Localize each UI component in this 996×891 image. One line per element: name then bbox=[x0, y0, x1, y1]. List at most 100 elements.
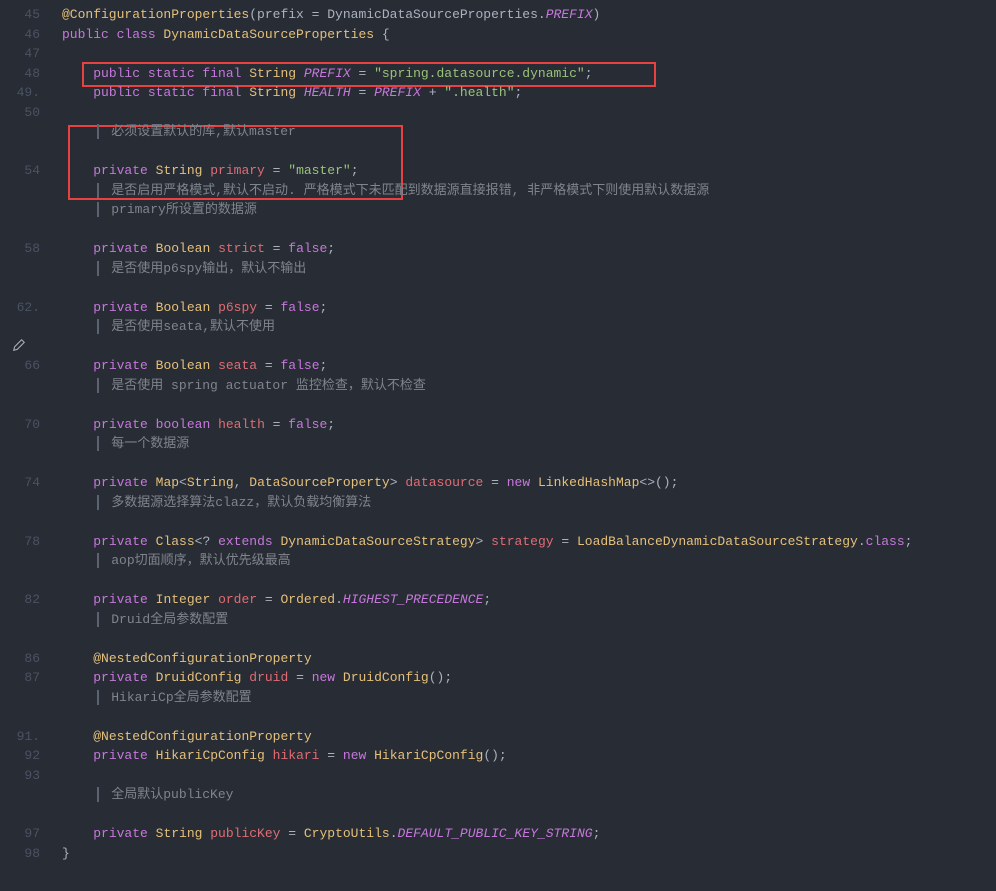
line-number: 86 bbox=[0, 649, 40, 669]
type: Boolean bbox=[156, 300, 218, 315]
generic: <? bbox=[195, 534, 218, 549]
code-line[interactable] bbox=[62, 454, 996, 474]
code-line[interactable] bbox=[62, 220, 996, 240]
comment-line[interactable]: aop切面顺序，默认优先级最高 bbox=[62, 551, 996, 571]
type: String bbox=[249, 66, 304, 81]
code-line[interactable] bbox=[62, 805, 996, 825]
code-line[interactable] bbox=[62, 395, 996, 415]
variable: primary bbox=[210, 163, 265, 178]
code-content[interactable]: @ConfigurationProperties(prefix = Dynami… bbox=[54, 0, 996, 891]
line-number: 97 bbox=[0, 824, 40, 844]
comment-line[interactable]: 每一个数据源 bbox=[62, 434, 996, 454]
code-line[interactable] bbox=[62, 571, 996, 591]
code-line[interactable]: public class DynamicDataSourceProperties… bbox=[62, 25, 996, 45]
variable: order bbox=[218, 592, 257, 607]
generic: > bbox=[476, 534, 492, 549]
comment-line[interactable]: 必须设置默认的库,默认master bbox=[62, 122, 996, 142]
type: Ordered bbox=[280, 592, 335, 607]
line-number bbox=[0, 454, 40, 474]
keyword: private bbox=[93, 358, 155, 373]
keyword: boolean bbox=[156, 417, 218, 432]
type: Class bbox=[156, 534, 195, 549]
code-line[interactable]: private Boolean strict = false; bbox=[62, 239, 996, 259]
code-line[interactable]: private String publicKey = CryptoUtils.D… bbox=[62, 824, 996, 844]
semicolon: ; bbox=[327, 241, 335, 256]
code-line[interactable]: private Map<String, DataSourceProperty> … bbox=[62, 473, 996, 493]
comment-line[interactable]: primary所设置的数据源 bbox=[62, 200, 996, 220]
code-line[interactable] bbox=[62, 629, 996, 649]
comment-line[interactable]: Druid全局参数配置 bbox=[62, 610, 996, 630]
boolean: false bbox=[288, 241, 327, 256]
edit-icon bbox=[12, 338, 26, 352]
type: Boolean bbox=[156, 241, 218, 256]
type: Map bbox=[156, 475, 179, 490]
code-line[interactable]: private boolean health = false; bbox=[62, 415, 996, 435]
code-line[interactable]: private Integer order = Ordered.HIGHEST_… bbox=[62, 590, 996, 610]
generic: < bbox=[179, 475, 187, 490]
code-line[interactable]: @NestedConfigurationProperty bbox=[62, 727, 996, 747]
keyword: private bbox=[93, 475, 155, 490]
code-line[interactable]: @ConfigurationProperties(prefix = Dynami… bbox=[62, 5, 996, 25]
code-line[interactable] bbox=[62, 44, 996, 64]
keyword: private bbox=[93, 534, 155, 549]
keyword: public static final bbox=[93, 66, 249, 81]
line-number bbox=[0, 376, 40, 396]
line-number bbox=[0, 278, 40, 298]
code-line[interactable]: private Boolean p6spy = false; bbox=[62, 298, 996, 318]
code-line[interactable] bbox=[62, 707, 996, 727]
semicolon: ; bbox=[320, 300, 328, 315]
variable: strict bbox=[218, 241, 265, 256]
code-line[interactable]: private Class<? extends DynamicDataSourc… bbox=[62, 532, 996, 552]
comment-line[interactable]: 是否使用p6spy输出，默认不输出 bbox=[62, 259, 996, 279]
operator: = bbox=[351, 85, 374, 100]
type: DynamicDataSourceProperties bbox=[163, 27, 381, 42]
line-number: 46 bbox=[0, 25, 40, 45]
code-line[interactable]: public static final String PREFIX = "spr… bbox=[62, 64, 996, 84]
line-number: 49. bbox=[0, 83, 40, 103]
comment-text: 每一个数据源 bbox=[111, 436, 189, 451]
type: Boolean bbox=[156, 358, 218, 373]
comment-line[interactable]: 全局默认publicKey bbox=[62, 785, 996, 805]
comment-text: 是否使用p6spy输出，默认不输出 bbox=[111, 261, 306, 276]
code-line[interactable]: private DruidConfig druid = new DruidCon… bbox=[62, 668, 996, 688]
code-line[interactable] bbox=[62, 512, 996, 532]
comment-line[interactable]: HikariCp全局参数配置 bbox=[62, 688, 996, 708]
type: DruidConfig bbox=[343, 670, 429, 685]
code-line[interactable]: public static final String HEALTH = PREF… bbox=[62, 83, 996, 103]
dot: . bbox=[858, 534, 866, 549]
code-line[interactable] bbox=[62, 103, 996, 123]
line-number: 74 bbox=[0, 473, 40, 493]
type: DynamicDataSourceStrategy bbox=[280, 534, 475, 549]
type: DataSourceProperty bbox=[249, 475, 389, 490]
comment-line[interactable]: 是否使用seata,默认不使用 bbox=[62, 317, 996, 337]
code-line[interactable] bbox=[62, 766, 996, 786]
code-line[interactable]: private HikariCpConfig hikari = new Hika… bbox=[62, 746, 996, 766]
string: ".health" bbox=[444, 85, 514, 100]
line-number bbox=[0, 805, 40, 825]
comment-text: primary所设置的数据源 bbox=[111, 202, 257, 217]
keyword: extends bbox=[218, 534, 280, 549]
code-line[interactable] bbox=[62, 278, 996, 298]
line-number bbox=[0, 707, 40, 727]
comment-line[interactable]: 是否启用严格模式,默认不启动. 严格模式下未匹配到数据源直接报错, 非严格模式下… bbox=[62, 181, 996, 201]
line-number: 66 bbox=[0, 356, 40, 376]
code-line[interactable]: } bbox=[62, 844, 996, 864]
semicolon: ; bbox=[585, 66, 593, 81]
comment-line[interactable]: 多数据源选择算法clazz，默认负载均衡算法 bbox=[62, 493, 996, 513]
comment-line[interactable]: 是否使用 spring actuator 监控检查，默认不检查 bbox=[62, 376, 996, 396]
code-line[interactable]: private Boolean seata = false; bbox=[62, 356, 996, 376]
line-number bbox=[0, 317, 40, 337]
semicolon: ; bbox=[483, 592, 491, 607]
variable: strategy bbox=[491, 534, 553, 549]
keyword: private bbox=[93, 241, 155, 256]
type: HikariCpConfig bbox=[374, 748, 483, 763]
code-line[interactable] bbox=[62, 337, 996, 357]
code-editor[interactable]: 4546474849.50545862.6670747882868791.929… bbox=[0, 0, 996, 891]
line-number bbox=[0, 493, 40, 513]
code-line[interactable]: @NestedConfigurationProperty bbox=[62, 649, 996, 669]
code-line[interactable]: private String primary = "master"; bbox=[62, 161, 996, 181]
code-line[interactable] bbox=[62, 142, 996, 162]
semicolon: ; bbox=[320, 358, 328, 373]
operator: + bbox=[421, 85, 444, 100]
generic: > bbox=[390, 475, 406, 490]
